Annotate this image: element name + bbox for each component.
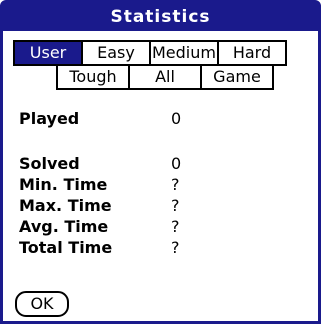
tab-easy[interactable]: Easy (81, 40, 151, 66)
max-time-label: Max. Time (19, 196, 112, 215)
tab-row-1: User Easy Medium Hard (13, 40, 287, 66)
min-time-value: ? (171, 175, 180, 194)
min-time-label: Min. Time (19, 175, 108, 194)
dialog-title: Statistics (3, 3, 318, 31)
solved-label: Solved (19, 154, 80, 173)
ok-button[interactable]: OK (15, 291, 69, 317)
avg-time-value: ? (171, 217, 180, 236)
tab-user[interactable]: User (13, 40, 83, 66)
avg-time-label: Avg. Time (19, 217, 109, 236)
played-label: Played (19, 109, 80, 128)
tab-hard[interactable]: Hard (217, 40, 287, 66)
total-time-label: Total Time (19, 238, 113, 257)
max-time-value: ? (171, 196, 180, 215)
tab-all[interactable]: All (128, 66, 202, 90)
played-value: 0 (171, 109, 182, 128)
total-time-value: ? (171, 238, 180, 257)
statistics-dialog: Statistics User Easy Medium Hard Tough A… (0, 0, 321, 324)
tab-game[interactable]: Game (200, 66, 274, 90)
solved-value: 0 (171, 154, 182, 173)
tab-row-2: Tough All Game (56, 66, 274, 90)
tab-medium[interactable]: Medium (149, 40, 219, 66)
tab-tough[interactable]: Tough (56, 66, 130, 90)
